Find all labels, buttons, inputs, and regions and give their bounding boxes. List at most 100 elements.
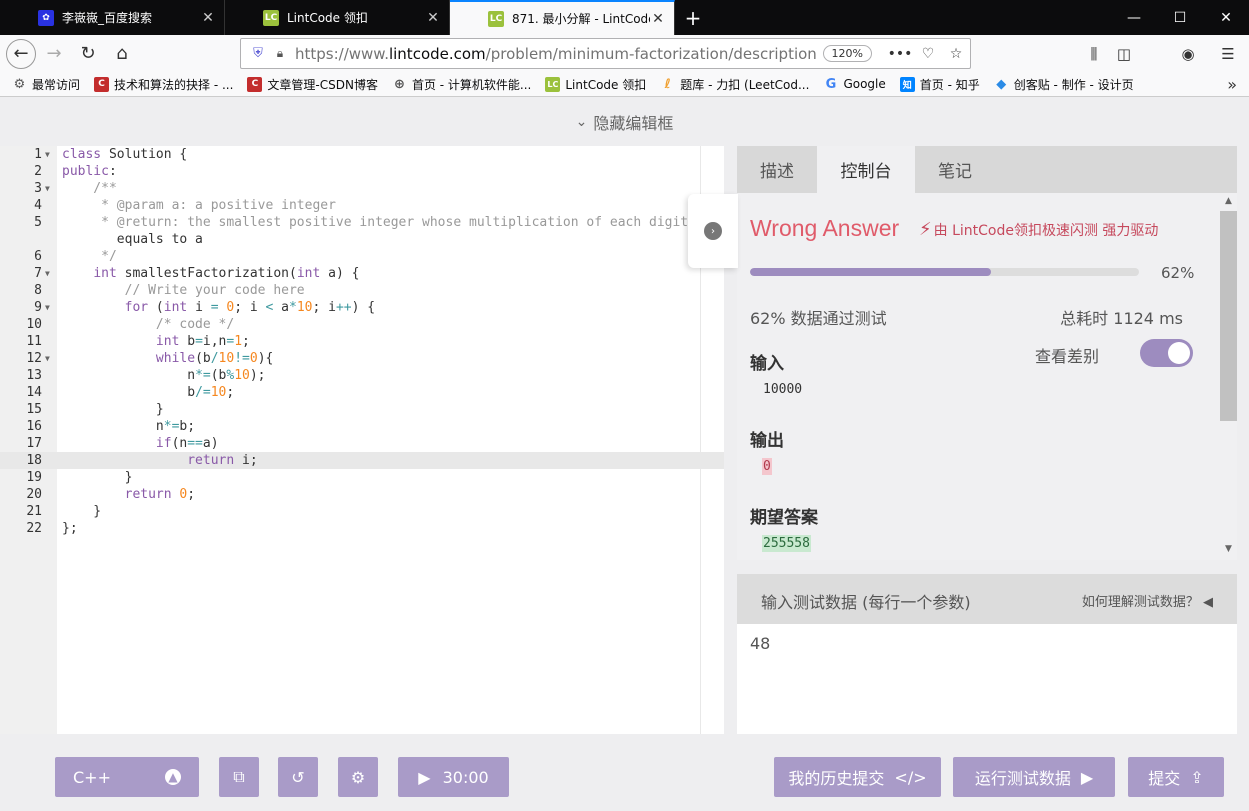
bookmark-item[interactable]: C 文章管理-CSDN博客 bbox=[247, 76, 378, 93]
scroll-down-icon[interactable]: ▼ bbox=[1220, 544, 1237, 554]
forward-icon[interactable]: → bbox=[38, 38, 70, 70]
chevron-right-icon: › bbox=[704, 222, 722, 240]
fold-arrow-icon[interactable]: ▼ bbox=[45, 265, 50, 282]
window-close-icon[interactable]: ✕ bbox=[1203, 0, 1249, 35]
run-tests-button[interactable]: 运行测试数据 ▶ bbox=[953, 757, 1115, 797]
close-icon[interactable]: ✕ bbox=[200, 10, 216, 26]
code-line[interactable]: 20 return 0; bbox=[0, 486, 724, 503]
settings-button[interactable]: ⚙ bbox=[338, 757, 378, 797]
line-number: 17 bbox=[26, 436, 42, 451]
language-select[interactable]: C++ ▲ bbox=[55, 757, 199, 797]
code-line[interactable]: 14 b/=10; bbox=[0, 384, 724, 401]
code-line[interactable]: 4 * @param a: a positive integer bbox=[0, 197, 724, 214]
code-line[interactable]: 8 // Write your code here bbox=[0, 282, 724, 299]
pocket-icon[interactable]: ♡ bbox=[914, 46, 942, 62]
code-line[interactable]: 15 } bbox=[0, 401, 724, 418]
close-icon[interactable]: ✕ bbox=[650, 11, 666, 27]
browser-tab-problem[interactable]: LC 871. 最小分解 - LintCode ✕ bbox=[450, 0, 675, 35]
test-data-value[interactable]: 48 bbox=[750, 634, 770, 653]
reset-button[interactable]: ↺ bbox=[278, 757, 318, 797]
bookmark-item[interactable]: ℓ 题库 - 力扣 (LeetCod... bbox=[660, 76, 810, 93]
code-line[interactable]: 16 n*=b; bbox=[0, 418, 724, 435]
zoom-level[interactable]: 120% bbox=[822, 45, 872, 62]
bookmark-star-icon[interactable]: ☆ bbox=[942, 46, 970, 62]
tab-description[interactable]: 描述 bbox=[737, 146, 817, 193]
history-button[interactable]: 我的历史提交 </> bbox=[774, 757, 941, 797]
code-text: n*=b; bbox=[62, 419, 196, 434]
code-line[interactable]: 1 ▼ class Solution { bbox=[0, 146, 724, 163]
chevron-double-right-icon[interactable]: » bbox=[1227, 75, 1237, 94]
url-text[interactable]: https://www.lintcode.com/problem/minimum… bbox=[289, 45, 823, 63]
code-editor[interactable]: 1 ▼ class Solution {2 public: 3 ▼ /** 4 * @par… bbox=[0, 146, 724, 734]
scroll-up-icon[interactable]: ▲ bbox=[1220, 196, 1237, 206]
bookmark-item[interactable]: ◆ 创客贴 - 制作 - 设计页 bbox=[994, 76, 1133, 93]
result-scrollbar[interactable]: ▲ ▼ bbox=[1220, 193, 1237, 560]
diff-toggle[interactable] bbox=[1140, 339, 1193, 367]
submit-label: 提交 bbox=[1148, 769, 1181, 788]
library-icon[interactable]: ⫼ bbox=[1078, 38, 1110, 69]
code-line[interactable]: 10 /* code */ bbox=[0, 316, 724, 333]
submit-button[interactable]: 提交 ⇪ bbox=[1128, 757, 1224, 797]
code-line[interactable]: 13 n*=(b%10); bbox=[0, 367, 724, 384]
url-bar[interactable]: ⛨ 🔒︎ https://www.lintcode.com/problem/mi… bbox=[240, 38, 971, 69]
bookmark-item[interactable]: G Google bbox=[823, 77, 886, 92]
code-line[interactable]: equals to a bbox=[0, 231, 724, 248]
code-text: int smallestFactorization(int a) { bbox=[93, 266, 360, 281]
toggle-knob bbox=[1168, 342, 1190, 364]
code-line[interactable]: 7 ▼ int smallestFactorization(int a) { bbox=[0, 265, 724, 282]
more-icon[interactable]: ••• bbox=[886, 46, 914, 62]
fold-arrow-icon[interactable]: ▼ bbox=[45, 146, 50, 163]
zhihu-icon: 知 bbox=[899, 76, 915, 92]
line-number: 16 bbox=[26, 419, 42, 434]
timer-button[interactable]: ▶ 30:00 bbox=[398, 757, 509, 797]
bookmark-item[interactable]: C 技术和算法的抉择 - ... bbox=[94, 76, 233, 93]
browser-tab-lintcode[interactable]: LC LintCode 领扣 ✕ bbox=[225, 0, 450, 35]
home-icon[interactable]: ⌂ bbox=[106, 38, 138, 70]
fold-arrow-icon[interactable]: ▼ bbox=[45, 180, 50, 197]
test-data-help[interactable]: 如何理解测试数据？ ◀ bbox=[1082, 591, 1213, 610]
code-line[interactable]: 18 return i; bbox=[0, 452, 724, 469]
new-tab-icon[interactable]: + bbox=[675, 0, 711, 35]
maximize-icon[interactable]: ☐ bbox=[1157, 0, 1203, 35]
test-data-header[interactable]: 输入测试数据 (每行一个参数) 如何理解测试数据？ ◀ bbox=[737, 574, 1237, 624]
close-icon[interactable]: ✕ bbox=[425, 10, 441, 26]
code-line[interactable]: 12 ▼ while(b/10!=0){ bbox=[0, 350, 724, 367]
account-icon[interactable]: ◉ bbox=[1172, 38, 1204, 69]
code-line[interactable]: 11 int b=i,n=1; bbox=[0, 333, 724, 350]
tab-console[interactable]: 控制台 bbox=[817, 146, 915, 193]
powered-by-text: ⚡︎ 由 LintCode领扣极速闪测 强力驱动 bbox=[919, 219, 1159, 240]
scroll-thumb[interactable] bbox=[1220, 211, 1237, 421]
code-text: // Write your code here bbox=[62, 283, 305, 298]
tab-notes[interactable]: 笔记 bbox=[915, 146, 995, 193]
browser-tab-baidu[interactable]: ✿ 李嶶嶶_百度搜索 ✕ bbox=[0, 0, 225, 35]
code-line[interactable]: 3 ▼ /** bbox=[0, 180, 724, 197]
code-text: * @return: the smallest positive integer… bbox=[62, 215, 689, 230]
fold-arrow-icon[interactable]: ▼ bbox=[45, 350, 50, 367]
code-line[interactable]: 9 ▼ for (int i = 0; i < a*10; i++) { bbox=[0, 299, 724, 316]
back-icon[interactable]: ← bbox=[6, 38, 36, 69]
shield-icon[interactable]: ⛨ bbox=[245, 46, 271, 61]
menu-icon[interactable]: ☰ bbox=[1212, 38, 1244, 69]
code-line[interactable]: 19 } bbox=[0, 469, 724, 486]
code-line[interactable]: 17 if(n==a) bbox=[0, 435, 724, 452]
sidebar-icon[interactable]: ◫ bbox=[1108, 38, 1140, 69]
copy-button[interactable]: ⧉ bbox=[219, 757, 259, 797]
code-line[interactable]: 21 } bbox=[0, 503, 724, 520]
code-line[interactable]: 6 */ bbox=[0, 248, 724, 265]
minimize-icon[interactable]: — bbox=[1111, 0, 1157, 35]
collapse-panel-button[interactable]: › bbox=[688, 194, 738, 268]
reload-icon[interactable]: ↻ bbox=[72, 38, 104, 70]
code-line[interactable]: 22}; bbox=[0, 520, 724, 537]
code-line[interactable]: 5 * @return: the smallest positive integ… bbox=[0, 214, 724, 231]
tab-label: 871. 最小分解 - LintCode bbox=[512, 12, 650, 26]
bookmark-item[interactable]: LC LintCode 领扣 bbox=[545, 76, 646, 93]
bookmark-item[interactable]: ⚙ 最常访问 bbox=[12, 76, 80, 93]
test-data-input[interactable]: 48 bbox=[737, 624, 1237, 734]
lintcode-icon: LC bbox=[545, 76, 561, 92]
bookmark-item[interactable]: ⊕ 首页 - 计算机软件能... bbox=[392, 76, 531, 93]
lock-icon[interactable]: 🔒︎ bbox=[271, 46, 289, 61]
hide-editor-toggle[interactable]: ⌄ 隐藏编辑框 bbox=[0, 98, 1249, 146]
code-line[interactable]: 2 public: bbox=[0, 163, 724, 180]
bookmark-item[interactable]: 知首页 - 知乎 bbox=[899, 76, 980, 93]
fold-arrow-icon[interactable]: ▼ bbox=[45, 299, 50, 316]
